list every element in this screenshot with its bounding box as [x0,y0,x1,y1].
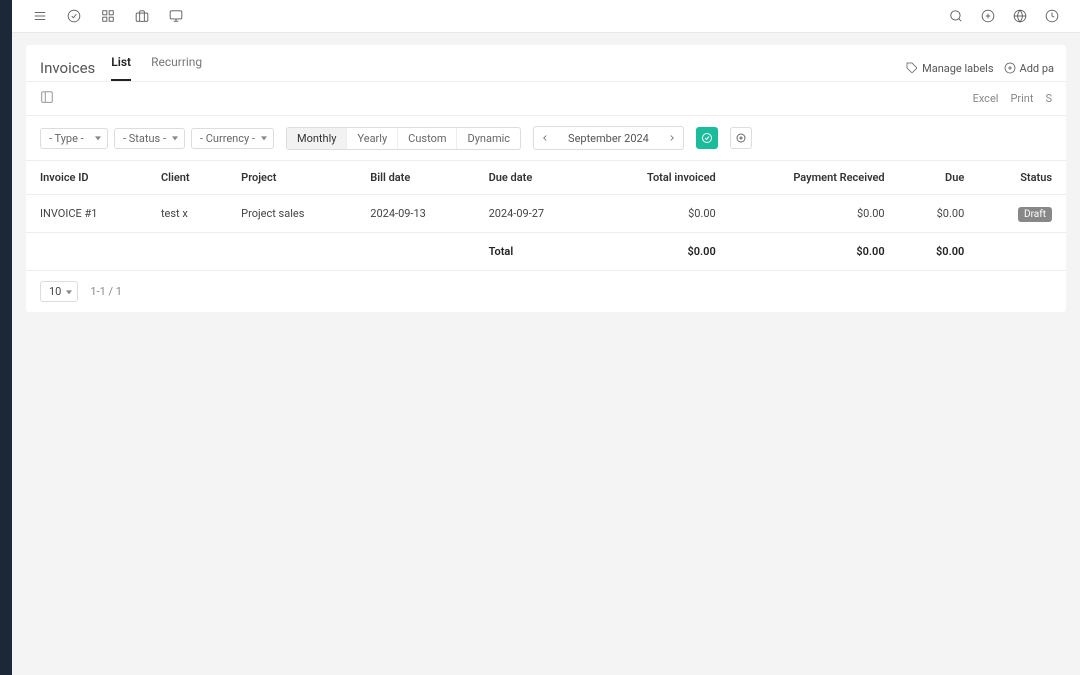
col-bill-date[interactable]: Bill date [356,161,474,195]
prev-month-button[interactable] [534,127,556,149]
period-monthly[interactable]: Monthly [287,128,348,149]
manage-labels-label: Manage labels [922,62,993,75]
manage-labels-button[interactable]: Manage labels [906,62,993,75]
cell-bill-date: 2024-09-13 [356,195,474,233]
export-s-button[interactable]: S [1045,92,1052,105]
panel-toggle-icon[interactable] [40,90,54,107]
clock-icon[interactable] [1044,8,1060,24]
date-navigator: September 2024 [533,126,684,150]
type-filter-dropdown[interactable]: - Type - [40,128,108,149]
period-segment-group: Monthly Yearly Custom Dynamic [286,127,521,150]
sidebar-collapsed[interactable] [0,0,12,675]
total-invoiced: $0.00 [593,233,730,271]
col-project[interactable]: Project [227,161,356,195]
col-payment-received[interactable]: Payment Received [730,161,899,195]
add-circle-icon[interactable] [980,8,996,24]
col-invoice-id[interactable]: Invoice ID [26,161,147,195]
print-button[interactable]: Print [1010,92,1033,105]
tab-recurring[interactable]: Recurring [151,55,202,81]
period-dynamic[interactable]: Dynamic [457,128,520,149]
page-size-dropdown[interactable]: 10 [40,281,78,302]
col-status[interactable]: Status [978,161,1066,195]
tab-list[interactable]: List [111,55,131,81]
total-label: Total [475,233,593,271]
globe-icon[interactable] [1012,8,1028,24]
cell-client: test x [147,195,227,233]
currency-filter-dropdown[interactable]: - Currency - [191,128,274,149]
next-month-button[interactable] [661,127,683,149]
invoice-table: Invoice ID Client Project Bill date Due … [26,160,1066,271]
page-info: 1-1 / 1 [90,285,122,298]
cell-due-date: 2024-09-27 [475,195,593,233]
add-payment-label: Add pa [1020,62,1054,75]
cell-invoice-id: INVOICE #1 [26,195,147,233]
grid-icon[interactable] [100,8,116,24]
briefcase-icon[interactable] [134,8,150,24]
total-due: $0.00 [899,233,979,271]
period-yearly[interactable]: Yearly [347,128,398,149]
settings-button[interactable] [730,127,752,149]
cell-total-invoiced: $0.00 [593,195,730,233]
search-icon[interactable] [948,8,964,24]
page-title: Invoices [40,59,95,77]
table-row[interactable]: INVOICE #1 test x Project sales 2024-09-… [26,195,1066,233]
status-badge: Draft [1018,207,1052,222]
refresh-button[interactable] [696,127,718,149]
date-label[interactable]: September 2024 [556,132,661,145]
status-filter-dropdown[interactable]: - Status - [114,128,185,149]
cell-project: Project sales [227,195,356,233]
cell-payment-received: $0.00 [730,195,899,233]
col-due-date[interactable]: Due date [475,161,593,195]
total-row: Total $0.00 $0.00 $0.00 [26,233,1066,271]
col-due[interactable]: Due [899,161,979,195]
topbar [12,0,1080,33]
export-excel-button[interactable]: Excel [973,92,999,105]
total-payment-received: $0.00 [730,233,899,271]
col-client[interactable]: Client [147,161,227,195]
add-payment-button[interactable]: Add pa [1004,62,1054,75]
cell-due: $0.00 [899,195,979,233]
col-total-invoiced[interactable]: Total invoiced [593,161,730,195]
menu-icon[interactable] [32,8,48,24]
period-custom[interactable]: Custom [398,128,457,149]
check-circle-icon[interactable] [66,8,82,24]
monitor-icon[interactable] [168,8,184,24]
